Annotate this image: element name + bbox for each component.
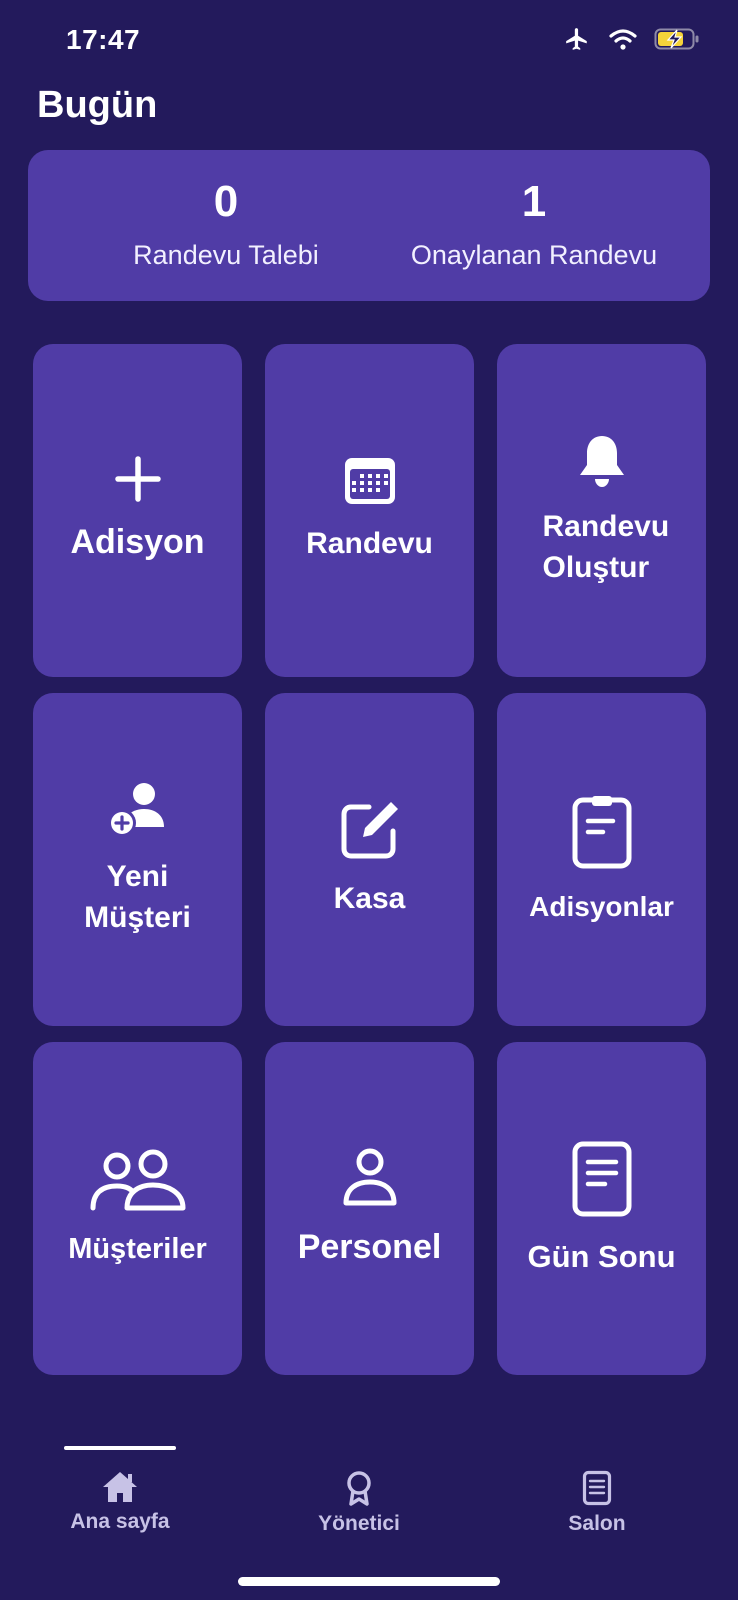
airplane-icon	[566, 28, 587, 50]
tile-label: Gün Sonu	[527, 1238, 676, 1274]
tile-randevu-olustur[interactable]: Randevu Oluştur	[497, 344, 706, 677]
tab-label: Yönetici	[318, 1512, 400, 1535]
tile-label: Adisyonlar	[529, 890, 674, 922]
tile-label: Randevu	[306, 527, 433, 561]
tab-label: Ana sayfa	[70, 1510, 170, 1533]
tile-yeni-musteri[interactable]: Yeni Müşteri	[33, 693, 242, 1026]
wifi-icon	[609, 29, 637, 50]
summary-card: 0 Randevu Talebi 1 Onaylanan Randevu	[28, 150, 710, 301]
approved-appointments-stat[interactable]: 1 Onaylanan Randevu	[384, 180, 684, 271]
tile-label: Kasa	[333, 882, 406, 916]
page-title: Bugün	[37, 84, 158, 126]
edit-icon	[339, 799, 401, 861]
active-tab-indicator	[64, 1446, 176, 1450]
tile-adisyon[interactable]: Adisyon	[33, 344, 242, 677]
list-icon	[582, 1470, 612, 1506]
tile-label: Randevu Oluştur	[542, 510, 670, 584]
status-icons	[562, 26, 700, 52]
approved-appointments-count: 1	[521, 177, 547, 226]
calendar-icon	[343, 456, 397, 506]
plus-icon	[114, 455, 161, 502]
tile-label: Müşteriler	[68, 1232, 207, 1265]
tile-gun-sonu[interactable]: Gün Sonu	[497, 1042, 706, 1375]
appointment-requests-stat[interactable]: 0 Randevu Talebi	[76, 180, 376, 271]
home-icon	[103, 1472, 137, 1502]
person-icon	[341, 1147, 399, 1207]
tile-personel[interactable]: Personel	[265, 1042, 474, 1375]
appointment-requests-count: 0	[213, 177, 239, 226]
status-time: 17:47	[66, 24, 141, 55]
badge-icon	[347, 1471, 371, 1506]
clipboard-icon	[571, 794, 633, 870]
tab-yonetici[interactable]: Yönetici	[259, 1470, 459, 1536]
tile-kasa[interactable]: Kasa	[265, 693, 474, 1026]
document-icon	[571, 1140, 633, 1218]
tab-ana-sayfa[interactable]: Ana sayfa	[20, 1470, 220, 1534]
bell-icon	[576, 433, 628, 489]
tile-adisyonlar[interactable]: Adisyonlar	[497, 693, 706, 1026]
add-person-icon	[107, 781, 168, 839]
tab-bar: Ana sayfa Yönetici Salon	[0, 1430, 738, 1600]
tile-label: Personel	[297, 1227, 442, 1266]
tile-randevu[interactable]: Randevu	[265, 344, 474, 677]
tab-label: Salon	[568, 1512, 626, 1535]
tile-label: Adisyon	[70, 522, 205, 561]
tile-label: Yeni Müşteri	[84, 860, 191, 934]
people-icon	[89, 1148, 187, 1212]
battery-icon	[654, 28, 699, 50]
appointment-requests-label: Randevu Talebi	[133, 240, 319, 270]
tile-musteriler[interactable]: Müşteriler	[33, 1042, 242, 1375]
tab-salon[interactable]: Salon	[497, 1470, 697, 1536]
home-indicator[interactable]	[238, 1577, 500, 1586]
menu-grid: Adisyon Randevu Randevu Oluştur Yeni Müş…	[33, 344, 706, 1375]
approved-appointments-label: Onaylanan Randevu	[410, 240, 658, 270]
status-bar: 17:47	[0, 0, 738, 80]
